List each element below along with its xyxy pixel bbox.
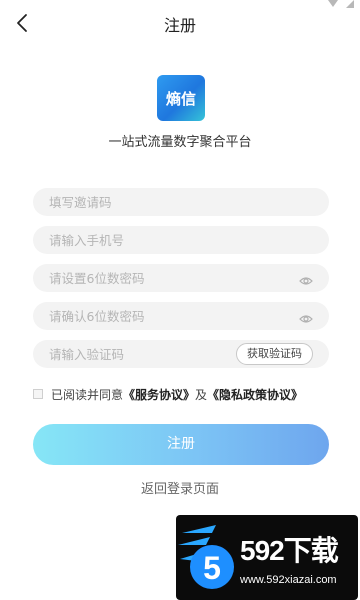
app-logo: 熵信 [157, 75, 205, 121]
header: 注册 [0, 0, 360, 46]
eye-icon[interactable] [299, 310, 313, 323]
privacy-policy-link[interactable]: 《隐私政策协议》 [207, 386, 303, 403]
app-logo-text: 熵信 [165, 89, 196, 108]
service-agreement-link[interactable]: 《服务协议》 [123, 386, 195, 403]
confirm-password-input[interactable] [49, 302, 279, 330]
watermark-url: www.592xiazai.com [240, 574, 337, 586]
watermark: 5 592下载 www.592xiazai.com [176, 515, 358, 600]
eye-icon[interactable] [299, 272, 313, 285]
phone-input[interactable] [49, 226, 279, 254]
verification-code-field: 获取验证码 [33, 340, 329, 368]
password-field [33, 264, 329, 292]
invite-code-input[interactable] [49, 188, 279, 216]
password-input[interactable] [49, 264, 279, 292]
invite-code-field [33, 188, 329, 216]
register-button[interactable]: 注册 [33, 424, 329, 465]
agreement-prefix: 已阅读并同意 [51, 387, 124, 402]
back-to-login-link[interactable]: 返回登录页面 [0, 478, 360, 497]
agreement-checkbox[interactable] [33, 389, 43, 399]
watermark-brand: 592下载 [240, 535, 339, 566]
confirm-password-field [33, 302, 329, 330]
agreement-row: 已阅读并同意 《服务协议》 及 《隐私政策协议》 [33, 386, 303, 402]
app-slogan: 一站式流量数字聚合平台 [108, 135, 252, 150]
agreement-and: 及 [195, 387, 208, 402]
verification-code-input[interactable] [49, 340, 229, 368]
watermark-logo-icon: 5 [178, 525, 234, 589]
get-code-button[interactable]: 获取验证码 [236, 343, 313, 365]
page-title: 注册 [163, 16, 196, 35]
svg-text:5: 5 [203, 550, 221, 586]
phone-field [33, 226, 329, 254]
